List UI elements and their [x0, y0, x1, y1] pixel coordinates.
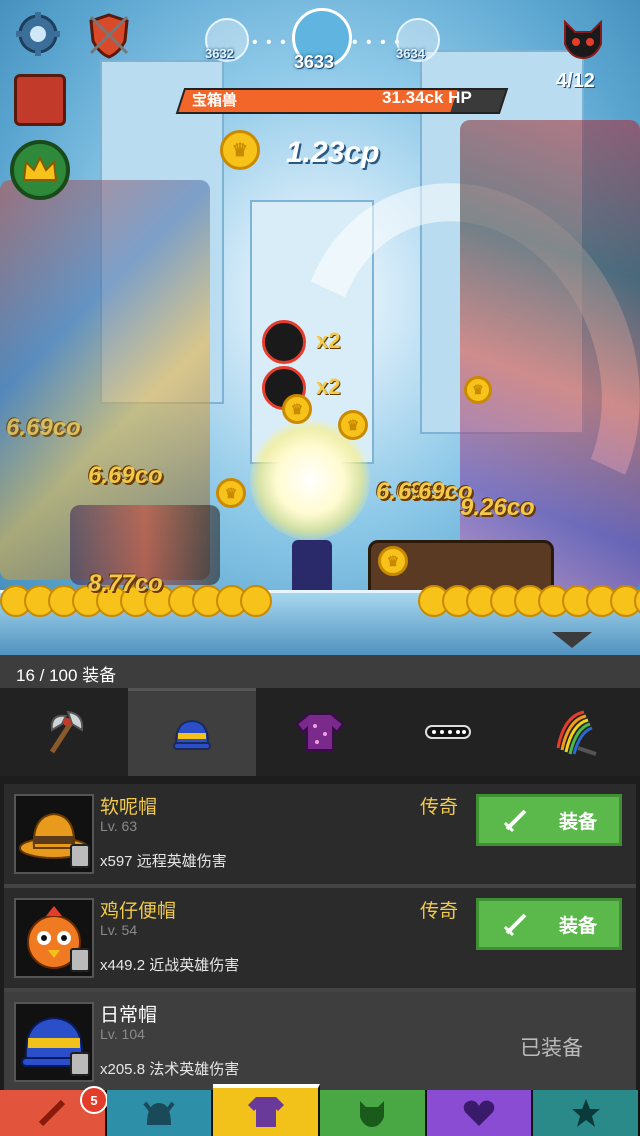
- nav-relics[interactable]: [426, 1090, 534, 1136]
- item-name: 软呢帽: [100, 797, 158, 818]
- equip-button-label: 装备: [558, 915, 597, 937]
- demon-icon: [360, 1101, 385, 1127]
- bottom-nav: 5: [0, 1084, 640, 1136]
- item-bonus: x205.8 法术英雄伤害: [100, 1061, 240, 1078]
- gold-coin-icon[interactable]: ♛: [464, 376, 492, 404]
- item-level: Lv. 104: [100, 1026, 145, 1042]
- damage-text: 9.26co: [460, 494, 535, 521]
- list-item[interactable]: 软呢帽 Lv. 63 x597 远程英雄伤害 传奇 装备: [4, 784, 636, 888]
- shop-stall-icon[interactable]: [14, 74, 66, 126]
- equip-button-label: 装备: [558, 811, 597, 833]
- item-name: 日常帽: [100, 1005, 158, 1026]
- crown-icon[interactable]: [10, 140, 70, 200]
- hat-icon: [173, 719, 211, 750]
- item-bonus: x597 远程英雄伤害: [100, 853, 227, 870]
- rainbow-weapon-icon: [556, 710, 597, 756]
- item-level: Lv. 54: [100, 922, 138, 938]
- tab-accessory[interactable]: [384, 688, 512, 776]
- necklace-icon: [425, 725, 471, 739]
- nav-heroes[interactable]: [106, 1090, 214, 1136]
- nav-heroes-attack[interactable]: 5: [0, 1086, 108, 1136]
- guild-shield-icon[interactable]: [84, 10, 134, 60]
- tab-special[interactable]: [512, 688, 640, 776]
- list-item[interactable]: 日常帽 Lv. 104 x205.8 法术英雄伤害 已装备: [4, 992, 636, 1096]
- gold-coin-icon[interactable]: ♛: [216, 478, 246, 508]
- item-rarity: 传奇: [420, 901, 459, 922]
- wave-counter: 4/12: [556, 70, 595, 92]
- helmet-icon: [143, 1101, 175, 1125]
- equipment-count: 16 / 100 装备: [16, 666, 117, 685]
- stage-prev-label: 3632: [205, 46, 234, 61]
- game-scene[interactable]: 3632 • • • • 3633 • • • • 3634 宝箱兽 31.34…: [0, 0, 640, 655]
- list-item[interactable]: 鸡仔便帽 Lv. 54 x449.2 近战英雄伤害 传奇 装备: [4, 888, 636, 992]
- lock-icon[interactable]: [70, 844, 90, 868]
- stage-dots-right: • • • •: [352, 34, 402, 51]
- equipment-list[interactable]: 软呢帽 Lv. 63 x597 远程英雄伤害 传奇 装备 鸡仔便帽 Lv. 54…: [0, 776, 640, 1096]
- collapse-arrow-icon[interactable]: [552, 632, 592, 648]
- equipment-category-tabs: [0, 688, 640, 776]
- sword-icon: [39, 1099, 66, 1127]
- sword-icon: [503, 809, 527, 833]
- coin-pile-right: [418, 585, 640, 617]
- gold-coin-icon[interactable]: ♛: [338, 410, 368, 440]
- equipped-status: 已装备: [520, 1037, 583, 1060]
- equip-button[interactable]: 装备: [476, 898, 622, 950]
- stage-next-label: 3634: [396, 46, 425, 61]
- demon-multiplier-icon: [262, 320, 306, 364]
- gold-rate-label: 1.23cp: [286, 136, 380, 169]
- lock-icon[interactable]: [70, 1052, 90, 1076]
- damage-text: 6.69co: [6, 414, 81, 441]
- nav-equipment[interactable]: [213, 1084, 321, 1136]
- lock-icon[interactable]: [70, 948, 90, 972]
- nav-achievements[interactable]: [533, 1090, 640, 1136]
- damage-text: 8.77co: [88, 570, 163, 597]
- stage-current-label: 3633: [294, 52, 335, 72]
- axe-icon: [49, 710, 84, 754]
- damage-text: 6.69co: [88, 462, 163, 489]
- boss-name: 宝箱兽: [192, 92, 238, 109]
- boss-hp-value: 31.34ck HP: [382, 88, 472, 107]
- settings-gear-icon[interactable]: [14, 10, 62, 58]
- heart-icon: [463, 1100, 495, 1126]
- multiplier-label-2: x2: [316, 374, 341, 399]
- equipment-header: 16 / 100 装备: [0, 655, 640, 688]
- multiplier-label-1: x2: [316, 328, 341, 353]
- gold-coin-icon[interactable]: ♛: [378, 546, 408, 576]
- sword-icon: [503, 913, 527, 937]
- tab-hat[interactable]: [128, 688, 256, 776]
- gold-coin-icon[interactable]: ♛: [282, 394, 312, 424]
- tab-weapon[interactable]: [0, 688, 128, 776]
- gold-coin-icon: ♛: [220, 130, 260, 170]
- shirt-icon: [295, 713, 345, 751]
- item-level: Lv. 63: [100, 818, 138, 834]
- notification-badge: 5: [80, 1086, 108, 1114]
- item-name: 鸡仔便帽: [100, 901, 177, 922]
- equip-button[interactable]: 装备: [476, 794, 622, 846]
- demon-boss-icon[interactable]: [560, 20, 606, 60]
- nav-pets[interactable]: [320, 1090, 427, 1136]
- tab-armor[interactable]: [256, 688, 384, 776]
- item-bonus: x449.2 近战英雄伤害: [100, 957, 240, 974]
- item-rarity: 传奇: [420, 797, 459, 818]
- star-icon: [571, 1099, 600, 1127]
- shirt-icon: [247, 1097, 284, 1127]
